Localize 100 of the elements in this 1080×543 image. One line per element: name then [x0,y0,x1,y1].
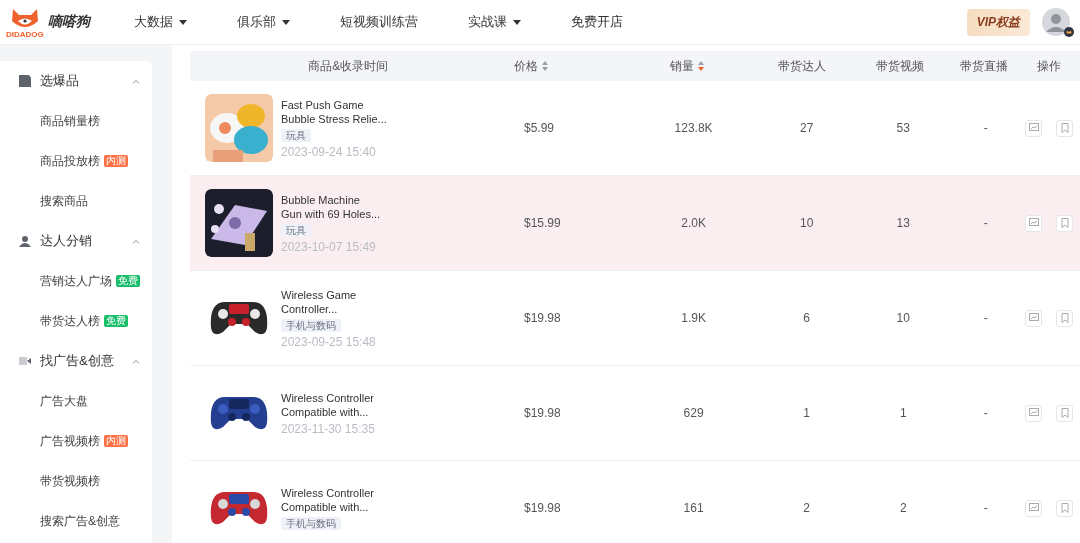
bookmark-icon [1059,503,1070,513]
logo-caption: DIDADOG [6,30,44,38]
column-header: 带货视频 [876,57,925,75]
camera-icon [18,354,32,368]
category-tag: 玩具 [281,223,311,237]
sales-count: 1.9K [681,311,706,325]
table-row[interactable]: Wireless Controller Compatible with... 2023-11-30 15:35 $19.98 629 1 1 - [190,366,1080,461]
bookmark-icon [1059,313,1070,323]
column-header: 商品&收录时间 [308,57,389,75]
sales-count: 161 [683,501,704,515]
sales-count: 629 [683,406,704,420]
person-icon [18,234,32,248]
chart-button[interactable] [1025,499,1043,517]
table-row[interactable]: Wireless Controller Compatible with... 手机与数码 $19.98 161 2 2 - [190,461,1080,543]
sidebar-group[interactable]: 找广告&创意 [0,341,152,381]
creator-count: 1 [803,406,811,420]
live-count: - [983,311,988,325]
sidebar-group[interactable]: 选爆品 [0,61,152,101]
sort-icon[interactable] [542,61,549,71]
category-tag: 手机与数码 [281,318,341,332]
live-count: - [983,501,988,515]
product-title[interactable]: Wireless Controller Compatible with... [281,390,374,419]
chart-icon [1028,218,1039,228]
sidebar-item[interactable]: 营销达人广场 [40,272,112,290]
chart-icon [1028,503,1039,513]
price: $19.98 [524,406,561,420]
price: $15.99 [524,216,561,230]
caret-icon[interactable] [282,19,290,25]
live-count: - [983,216,988,230]
live-count: - [983,121,988,135]
bookmark-button[interactable] [1056,214,1074,232]
creator-count: 2 [803,501,811,515]
category-tag: 玩具 [281,128,311,142]
chart-button[interactable] [1025,214,1043,232]
bookmark-button[interactable] [1056,119,1074,137]
added-time: 2023-09-24 15:40 [281,144,376,159]
creator-count: 6 [803,311,811,325]
product-title[interactable]: Wireless Game Controller... [281,287,357,316]
chart-button[interactable] [1025,404,1043,422]
sidebar-item[interactable]: 商品投放榜 [40,152,100,170]
sales-count: 2.0K [681,216,706,230]
badge: 免费 [116,275,140,287]
price: $5.99 [524,121,554,135]
nav-link[interactable]: 免费开店 [571,13,623,31]
column-header: 操作 [1036,57,1061,75]
video-count: 1 [899,406,907,420]
badge: 内测 [104,435,128,447]
sidebar-item[interactable]: 广告大盘 [40,392,88,410]
video-count: 53 [896,121,910,135]
column-header: 带货达人 [778,57,826,75]
nav-link[interactable]: 短视频训练营 [340,13,418,31]
nav-link[interactable]: 大数据 [134,13,173,31]
chart-icon [1028,408,1039,418]
creator-count: 27 [800,121,814,135]
table-row[interactable]: Bubble Machine Gun with 69 Holes... 玩具 2023-10-07 15:49 $15.99 2.0K 10 13 - [190,176,1080,271]
sidebar-group[interactable]: 达人分销 [0,221,152,261]
category-tag: 手机与数码 [281,517,341,530]
nav-link[interactable]: 实战课 [468,13,507,31]
badge: 免费 [104,315,128,327]
chart-icon [1028,123,1039,133]
nav-link[interactable]: 俱乐部 [237,13,276,31]
sidebar-item[interactable]: 商品销量榜 [40,112,100,130]
price: $19.98 [524,311,561,325]
sidebar-item[interactable]: 搜索商品 [40,192,88,210]
bookmark-icon [1059,408,1070,418]
sidebar-item[interactable]: 搜索广告&创意 [40,512,120,530]
caret-icon[interactable] [513,19,521,25]
column-header: 价格 [514,57,539,75]
sales-count: 123.8K [674,121,713,135]
video-count: 13 [896,216,910,230]
brand-name[interactable]: 嘀嗒狗 [47,13,90,31]
bookmark-button[interactable] [1056,309,1074,327]
product-title[interactable]: Bubble Machine Gun with 69 Holes... [281,192,381,221]
vip-button[interactable]: VIP权益 [966,8,1030,36]
price: $19.98 [524,501,561,515]
bookmark-button[interactable] [1056,404,1074,422]
bookmark-icon [1059,218,1070,228]
chart-button[interactable] [1025,309,1043,327]
video-count: 2 [899,501,907,515]
product-title[interactable]: Wireless Controller Compatible with... [281,486,374,514]
column-header: 带货直播 [960,57,1009,75]
badge: 内测 [104,155,128,167]
added-time: 2023-09-25 15:48 [281,334,376,349]
bookmark-button[interactable] [1056,499,1074,517]
product-title[interactable]: Fast Push Game Bubble Stress Relie... [281,97,387,126]
sidebar-item[interactable]: 带货视频榜 [40,472,100,490]
added-time: 2023-11-30 15:35 [281,421,375,436]
chart-button[interactable] [1025,119,1043,137]
sidebar-item[interactable]: 带货达人榜 [40,312,100,330]
sidebar-item[interactable]: 广告视频榜 [40,432,100,450]
chart-icon [1028,313,1039,323]
column-header: 销量 [669,57,694,75]
bookmark-icon [1059,123,1070,133]
table-row[interactable]: Wireless Game Controller... 手机与数码 2023-09-25 15:48 $19.98 1.9K 6 10 - [190,271,1080,366]
creator-count: 10 [800,216,814,230]
added-time: 2023-10-07 15:49 [281,239,376,254]
sort-icon[interactable] [697,61,704,71]
live-count: - [983,406,988,420]
caret-icon[interactable] [179,19,187,25]
avatar[interactable] [1042,8,1070,36]
